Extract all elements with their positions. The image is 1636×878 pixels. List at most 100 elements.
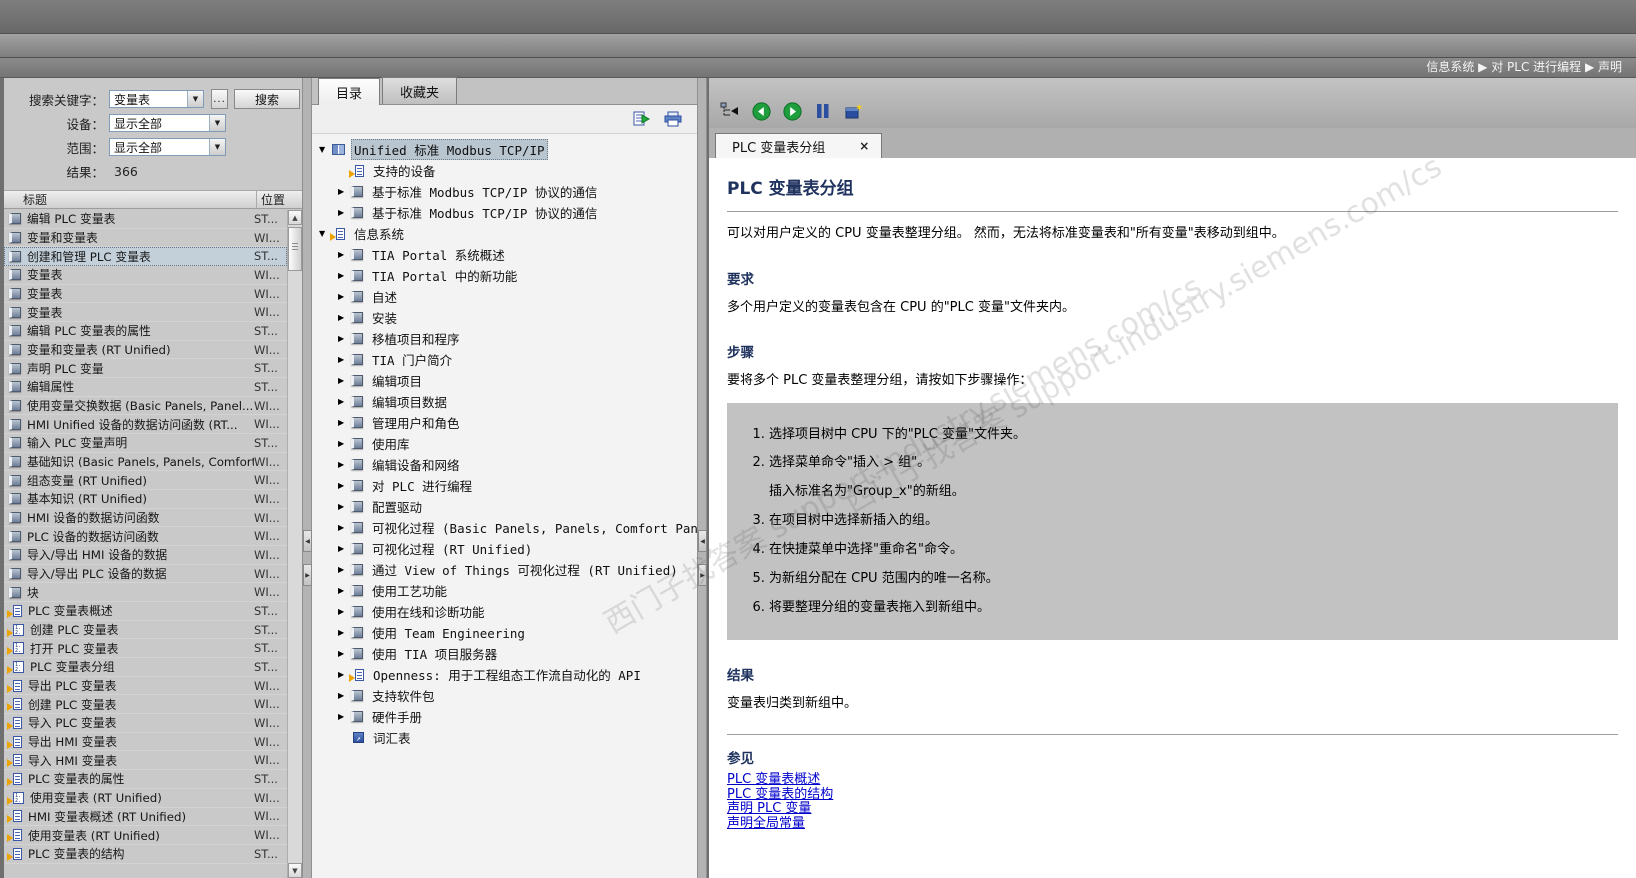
- scroll-up-icon[interactable]: ▲: [288, 210, 302, 225]
- tree-collapsed-icon[interactable]: ▶: [338, 481, 351, 490]
- column-location[interactable]: 位置: [256, 191, 302, 208]
- search-result-row[interactable]: HMI 设备的数据访问函数 WI...: [4, 509, 287, 528]
- content-tab[interactable]: PLC 变量表分组 ×: [715, 133, 883, 158]
- toc-tree-item[interactable]: ▶ 编辑设备和网络: [312, 454, 697, 475]
- expand-left-icon[interactable]: ▶: [303, 564, 312, 586]
- toc-tree-item[interactable]: ▶ 编辑项目: [312, 370, 697, 391]
- search-result-row[interactable]: 基础知识 (Basic Panels, Panels, Comfort... WI…: [4, 453, 287, 472]
- search-result-row[interactable]: 变量和变量表 (RT Unified) WI...: [4, 341, 287, 360]
- search-result-row[interactable]: 块 WI...: [4, 583, 287, 603]
- toc-tree-item[interactable]: ▶ TIA Portal 中的新功能: [312, 265, 697, 286]
- search-result-row[interactable]: 编辑 PLC 变量表 ST...: [4, 210, 287, 229]
- search-result-row[interactable]: 导入 HMI 变量表 WI...: [4, 751, 287, 771]
- tree-collapsed-icon[interactable]: ▶: [338, 502, 351, 511]
- search-result-row[interactable]: PLC 变量表的结构 ST...: [4, 845, 287, 864]
- results-scrollbar[interactable]: ▲ ▼: [287, 210, 302, 878]
- locate-in-toc-icon[interactable]: [719, 101, 741, 121]
- search-result-row[interactable]: 创建 PLC 变量表 WI...: [4, 695, 287, 715]
- toc-tree-item[interactable]: ▶ 基于标准 Modbus TCP/IP 协议的通信: [312, 202, 697, 223]
- see-also-link[interactable]: 声明 PLC 变量: [727, 802, 811, 816]
- toc-tree-item[interactable]: ▼ 信息系统: [312, 223, 697, 244]
- search-result-row[interactable]: 创建和管理 PLC 变量表 ST...: [4, 247, 287, 267]
- tree-collapsed-icon[interactable]: ▶: [338, 607, 351, 616]
- tree-collapsed-icon[interactable]: ▶: [338, 187, 351, 196]
- scrollbar-thumb[interactable]: [288, 227, 302, 271]
- add-favorite-icon[interactable]: ✶: [843, 101, 865, 121]
- search-result-row[interactable]: 使用变量交换数据 (Basic Panels, Panel... WI...: [4, 397, 287, 416]
- search-result-row[interactable]: PLC 变量表的属性 ST...: [4, 770, 287, 789]
- toc-tree-item[interactable]: ▶ 对 PLC 进行编程: [312, 475, 697, 496]
- search-result-row[interactable]: 导入 PLC 变量表 WI...: [4, 714, 287, 733]
- search-result-row[interactable]: HMI Unified 设备的数据访问函数 (RT... WI...: [4, 415, 287, 435]
- search-result-row[interactable]: 导入/导出 HMI 设备的数据 WI...: [4, 546, 287, 565]
- tree-collapsed-icon[interactable]: ▶: [338, 439, 351, 448]
- back-icon[interactable]: [750, 101, 772, 121]
- tree-collapsed-icon[interactable]: ▶: [338, 208, 351, 217]
- expand-right-icon[interactable]: ▶: [698, 564, 707, 586]
- search-result-row[interactable]: 打开 PLC 变量表 ST...: [4, 639, 287, 659]
- search-result-row[interactable]: PLC 变量表分组 ST...: [4, 658, 287, 677]
- toc-tree-item[interactable]: ▶ TIA Portal 系统概述: [312, 244, 697, 265]
- search-button[interactable]: 搜索: [234, 89, 300, 109]
- toc-tree-item[interactable]: ▶ 管理用户和角色: [312, 412, 697, 433]
- tree-collapsed-icon[interactable]: ▶: [338, 292, 351, 301]
- tab-contents[interactable]: 目录: [318, 78, 381, 105]
- tree-collapsed-icon[interactable]: ▶: [338, 376, 351, 385]
- toc-tree-item[interactable]: ▶ 可视化过程 (Basic Panels, Panels, Comfort Pa…: [312, 517, 697, 538]
- tree-collapsed-icon[interactable]: ▶: [338, 649, 351, 658]
- see-also-link[interactable]: 声明全局常量: [727, 817, 805, 831]
- tree-collapsed-icon[interactable]: ▶: [338, 523, 351, 532]
- see-also-link[interactable]: PLC 变量表概述: [727, 773, 820, 787]
- search-result-row[interactable]: HMI 变量表概述 (RT Unified) WI...: [4, 808, 287, 827]
- collapse-left-icon[interactable]: ◀: [303, 530, 312, 552]
- toc-tree-item[interactable]: ▶ 使用在线和诊断功能: [312, 601, 697, 622]
- toc-tree-item[interactable]: ▶ 使用 TIA 项目服务器: [312, 643, 697, 664]
- chevron-down-icon[interactable]: ▼: [209, 115, 225, 131]
- toc-tree-item[interactable]: ▶ 自述: [312, 286, 697, 307]
- tree-collapsed-icon[interactable]: ▶: [338, 334, 351, 343]
- scroll-down-icon[interactable]: ▼: [288, 863, 302, 878]
- search-result-row[interactable]: 变量表 WI...: [4, 303, 287, 323]
- search-result-row[interactable]: 变量和变量表 WI...: [4, 229, 287, 248]
- bookmarks-icon[interactable]: [812, 101, 834, 121]
- tree-collapsed-icon[interactable]: ▶: [338, 397, 351, 406]
- search-result-row[interactable]: PLC 变量表概述 ST...: [4, 602, 287, 621]
- search-result-row[interactable]: 基本知识 (RT Unified) WI...: [4, 490, 287, 509]
- toc-tree-item[interactable]: ▶ 硬件手册: [312, 706, 697, 727]
- toc-tree-item[interactable]: ▶ 使用工艺功能: [312, 580, 697, 601]
- scope-combo[interactable]: 显示全部 ▼: [109, 138, 226, 156]
- toc-tree-item[interactable]: ▶ 通过 View of Things 可视化过程 (RT Unified): [312, 559, 697, 580]
- keyword-combo[interactable]: 变量表 ▼: [109, 90, 204, 108]
- search-result-row[interactable]: 导出 HMI 变量表 WI...: [4, 733, 287, 752]
- search-result-row[interactable]: 输入 PLC 变量声明 ST...: [4, 434, 287, 453]
- toc-tree-item[interactable]: ▶ TIA 门户简介: [312, 349, 697, 370]
- tree-collapsed-icon[interactable]: ▶: [338, 460, 351, 469]
- toc-tree-item[interactable]: ▶ Openness: 用于工程组态工作流自动化的 API: [312, 664, 697, 685]
- search-result-row[interactable]: 变量表 WI...: [4, 266, 287, 285]
- tree-collapsed-icon[interactable]: ▶: [338, 712, 351, 721]
- close-icon[interactable]: ×: [859, 139, 869, 153]
- search-result-row[interactable]: 声明 PLC 变量 ST...: [4, 359, 287, 379]
- search-result-row[interactable]: PLC 设备的数据访问函数 WI...: [4, 527, 287, 547]
- toc-tree-item[interactable]: ▶ 移植项目和程序: [312, 328, 697, 349]
- search-result-row[interactable]: 导入/导出 PLC 设备的数据 WI...: [4, 565, 287, 584]
- tree-collapsed-icon[interactable]: ▶: [338, 544, 351, 553]
- sync-toc-icon[interactable]: [632, 110, 652, 128]
- search-result-row[interactable]: 组态变量 (RT Unified) WI...: [4, 471, 287, 491]
- toc-tree-item[interactable]: ▶ 安装: [312, 307, 697, 328]
- toc-tree-item[interactable]: ▶ 使用库: [312, 433, 697, 454]
- browse-button[interactable]: ...: [211, 89, 228, 109]
- tab-favorites[interactable]: 收藏夹: [382, 77, 458, 104]
- search-result-row[interactable]: 编辑属性 ST...: [4, 378, 287, 397]
- toc-tree-item[interactable]: ▶ 使用 Team Engineering: [312, 622, 697, 643]
- toc-tree-item[interactable]: ▶ 基于标准 Modbus TCP/IP 协议的通信: [312, 181, 697, 202]
- chevron-down-icon[interactable]: ▼: [209, 139, 225, 155]
- tree-collapsed-icon[interactable]: ▶: [338, 250, 351, 259]
- tree-collapsed-icon[interactable]: ▶: [338, 418, 351, 427]
- toc-tree-item[interactable]: 支持的设备: [312, 160, 697, 181]
- tree-collapsed-icon[interactable]: ▶: [338, 565, 351, 574]
- see-also-link[interactable]: PLC 变量表的结构: [727, 787, 833, 802]
- search-result-row[interactable]: 使用变量表 (RT Unified) WI...: [4, 826, 287, 845]
- toc-tree-item[interactable]: ▶ 可视化过程 (RT Unified): [312, 538, 697, 559]
- search-result-row[interactable]: 导出 PLC 变量表 WI...: [4, 677, 287, 696]
